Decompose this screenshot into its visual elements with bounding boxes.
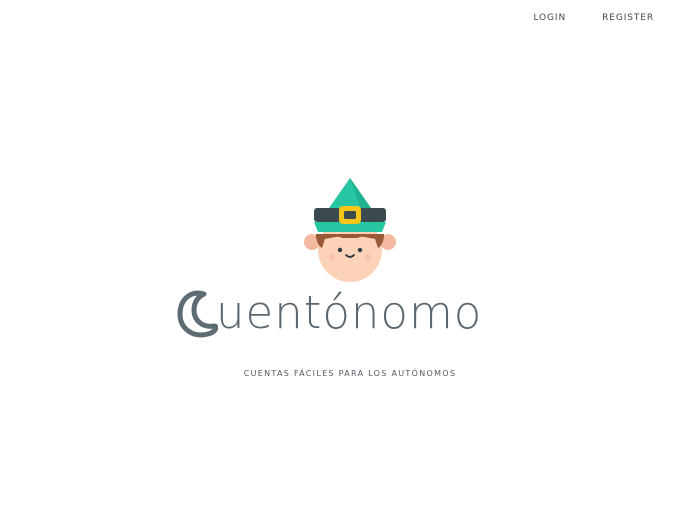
cuentonomo-logo: uentónomo — [176, 284, 526, 344]
crescent-moon-icon — [176, 286, 219, 345]
gnome-mascot-icon — [304, 178, 396, 286]
login-link[interactable]: LOGIN — [533, 13, 566, 23]
tagline: CUENTAS FÁCILES PARA LOS AUTÓNOMOS — [243, 369, 457, 378]
register-link[interactable]: REGISTER — [602, 13, 654, 23]
logo-wordmark: uentónomo — [216, 286, 483, 339]
top-navigation: LOGIN REGISTER — [533, 13, 654, 23]
